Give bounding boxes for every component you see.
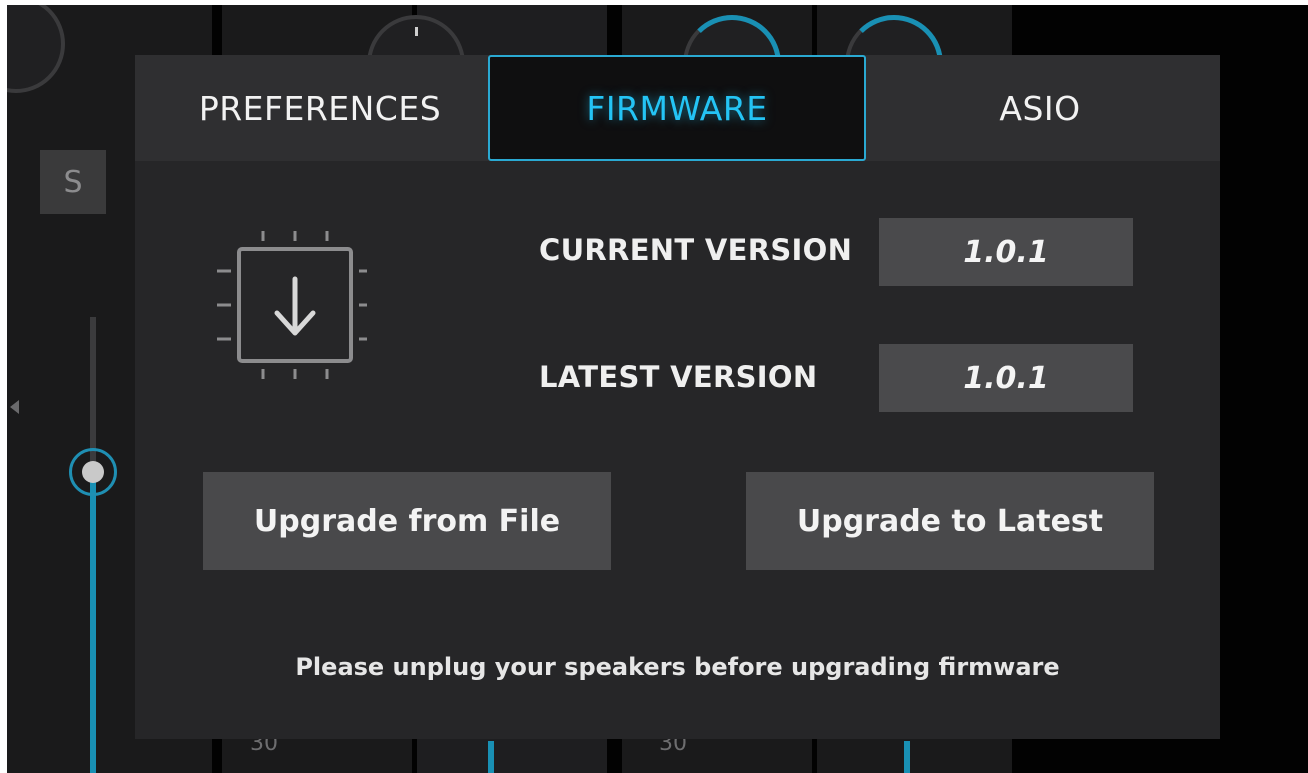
collapse-arrow-icon[interactable] <box>10 400 19 414</box>
tab-firmware[interactable]: FIRMWARE <box>488 55 866 161</box>
current-version-value: 1.0.1 <box>879 218 1133 286</box>
fader-handle[interactable] <box>69 448 117 496</box>
upgrade-from-file-button[interactable]: Upgrade from File <box>203 472 611 570</box>
fader-level <box>488 741 494 773</box>
latest-version-value: 1.0.1 <box>879 344 1133 412</box>
solo-button[interactable]: S <box>40 150 106 214</box>
fader-track <box>90 317 96 467</box>
tab-asio[interactable]: ASIO <box>875 55 1205 161</box>
upgrade-to-latest-button[interactable]: Upgrade to Latest <box>746 472 1154 570</box>
settings-dialog: PREFERENCES FIRMWARE ASIO CURRENT VERSIO… <box>135 55 1220 739</box>
firmware-warning-text: Please unplug your speakers before upgra… <box>295 653 1060 681</box>
tab-preferences[interactable]: PREFERENCES <box>155 55 485 161</box>
knob-indicator <box>415 27 418 36</box>
chip-download-icon <box>217 231 367 379</box>
latest-version-label: LATEST VERSION <box>539 360 818 394</box>
current-version-label: CURRENT VERSION <box>539 233 853 267</box>
fader-level <box>904 741 910 773</box>
tab-bar: PREFERENCES FIRMWARE ASIO <box>135 55 1220 161</box>
fader-level <box>90 467 96 773</box>
mixer-background: S 30 30 PREFERENCES FIRMWARE ASIO CURREN… <box>7 5 1308 773</box>
